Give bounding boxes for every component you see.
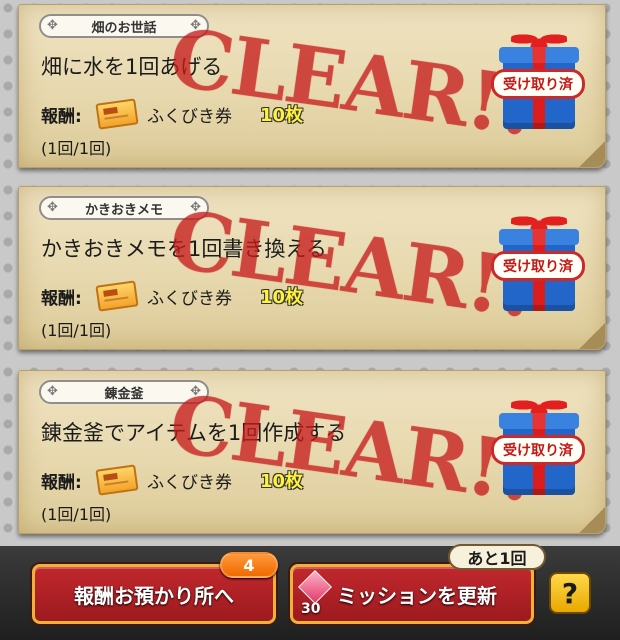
reward-label: 報酬: (41, 106, 82, 127)
ticket-icon (95, 280, 139, 312)
clear-stamp: CLEAR!! (164, 192, 540, 336)
mission-progress: (1回/1回) (41, 321, 112, 340)
claimed-status-badge: 受け取り済 (491, 69, 585, 99)
remaining-updates-badge: あと1回 (448, 544, 546, 570)
clear-stamp: CLEAR!! (164, 10, 540, 154)
mission-progress: (1回/1回) (41, 505, 112, 524)
claimed-status-badge: 受け取り済 (491, 435, 585, 465)
mission-card: 畑のお世話 畑に水を1回あげる 報酬: ふくびき券 10枚 (1回/1回) CL… (18, 4, 606, 168)
mission-card: 錬金釜 錬金釜でアイテムを1回作成する 報酬: ふくびき券 10枚 (1回/1回… (18, 370, 606, 534)
update-missions-label: ミッションを更新 (337, 583, 497, 608)
reward-storage-count-badge: 4 (220, 552, 278, 578)
claim-reward-button[interactable]: 受け取り済 (491, 383, 585, 503)
ticket-icon (95, 98, 139, 130)
reward-label: 報酬: (41, 472, 82, 493)
claim-reward-button[interactable]: 受け取り済 (491, 17, 585, 137)
gem-icon (298, 570, 332, 604)
clear-stamp: CLEAR!! (164, 376, 540, 520)
mission-progress: (1回/1回) (41, 139, 112, 158)
update-cost: 30 (301, 601, 321, 617)
reward-label: 報酬: (41, 288, 82, 309)
reward-storage-label: 報酬お預かり所へ (74, 583, 234, 608)
mission-card: かきおきメモ かきおきメモを1回書き換える 報酬: ふくびき券 10枚 (1回/… (18, 186, 606, 350)
ticket-icon (95, 464, 139, 496)
claim-reward-button[interactable]: 受け取り済 (491, 199, 585, 319)
update-missions-button[interactable]: 30 ミッションを更新 (290, 564, 534, 624)
help-button[interactable]: ? (549, 572, 591, 614)
claimed-status-badge: 受け取り済 (491, 251, 585, 281)
